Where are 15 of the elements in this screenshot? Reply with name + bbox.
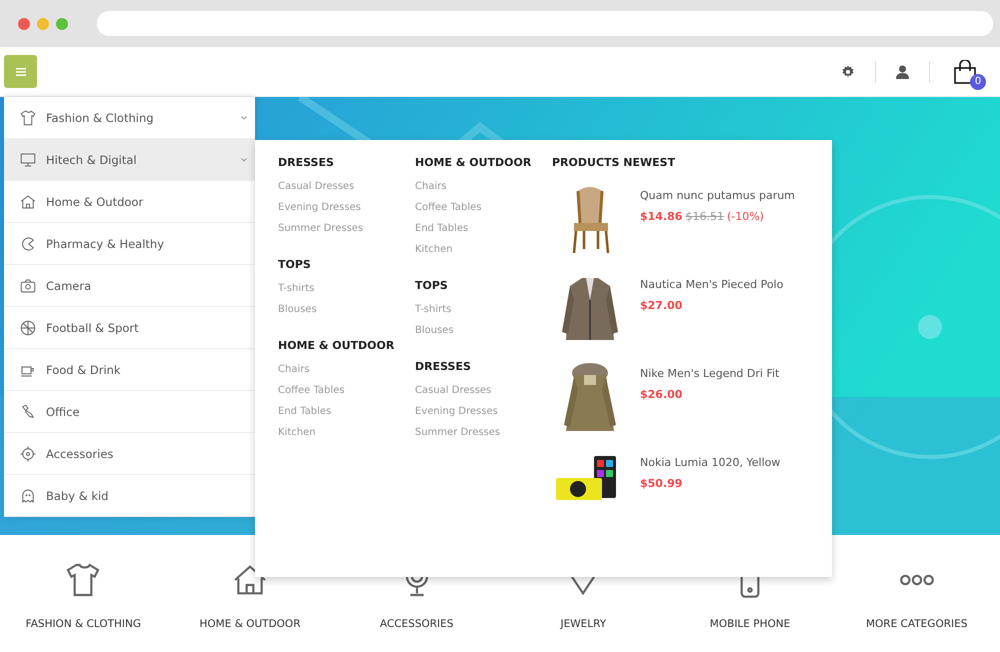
category-link[interactable]: ACCESSORIES [380, 618, 454, 630]
category-link[interactable]: JEWELRY [560, 618, 606, 630]
settings-icon[interactable] [841, 64, 855, 78]
minimize-dot[interactable] [37, 18, 49, 30]
category-link[interactable]: HOME & OUTDOOR [200, 618, 300, 630]
user-icon[interactable] [896, 64, 909, 78]
category-link[interactable]: MORE CATEGORIES [866, 618, 968, 630]
menu-icon [16, 68, 26, 76]
cart-button[interactable]: 0 [950, 54, 986, 90]
close-dot[interactable] [18, 18, 30, 30]
shopping-bag-icon [954, 60, 976, 84]
category-link[interactable]: MOBILE PHONE [710, 618, 790, 630]
zoom-dot[interactable] [56, 18, 68, 30]
category-link[interactable]: FASHION & CLOTHING [26, 618, 142, 630]
cart-count-badge: 0 [970, 74, 986, 90]
